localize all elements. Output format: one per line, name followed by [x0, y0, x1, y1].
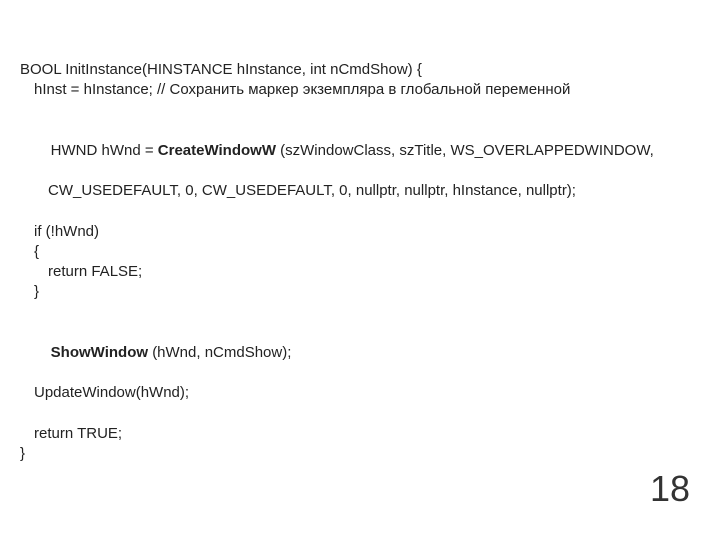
text-fragment: HWND hWnd =: [51, 142, 158, 159]
text-fragment-bold: ShowWindow: [51, 344, 153, 361]
code-line: if (!hWnd): [20, 222, 700, 242]
code-line: {: [20, 242, 700, 262]
code-line: return TRUE;: [20, 424, 700, 444]
code-line: HWND hWnd = CreateWindowW (szWindowClass…: [20, 121, 700, 182]
code-line: hInst = hInstance; // Сохранить маркер э…: [20, 80, 700, 100]
code-line: }: [20, 444, 700, 464]
code-line: CW_USEDEFAULT, 0, CW_USEDEFAULT, 0, null…: [20, 181, 700, 201]
code-line: return FALSE;: [20, 262, 700, 282]
code-line: ShowWindow (hWnd, nCmdShow);: [20, 323, 700, 384]
page-number: 18: [650, 468, 690, 510]
text-fragment: (hWnd, nCmdShow);: [152, 344, 291, 361]
text-fragment: (szWindowClass, szTitle, WS_OVERLAPPEDWI…: [280, 142, 654, 159]
code-line: BOOL InitInstance(HINSTANCE hInstance, i…: [20, 60, 700, 80]
text-fragment-bold: CreateWindowW: [158, 142, 280, 159]
code-line: UpdateWindow(hWnd);: [20, 383, 700, 403]
code-block: BOOL InitInstance(HINSTANCE hInstance, i…: [20, 60, 700, 464]
code-line: }: [20, 282, 700, 302]
